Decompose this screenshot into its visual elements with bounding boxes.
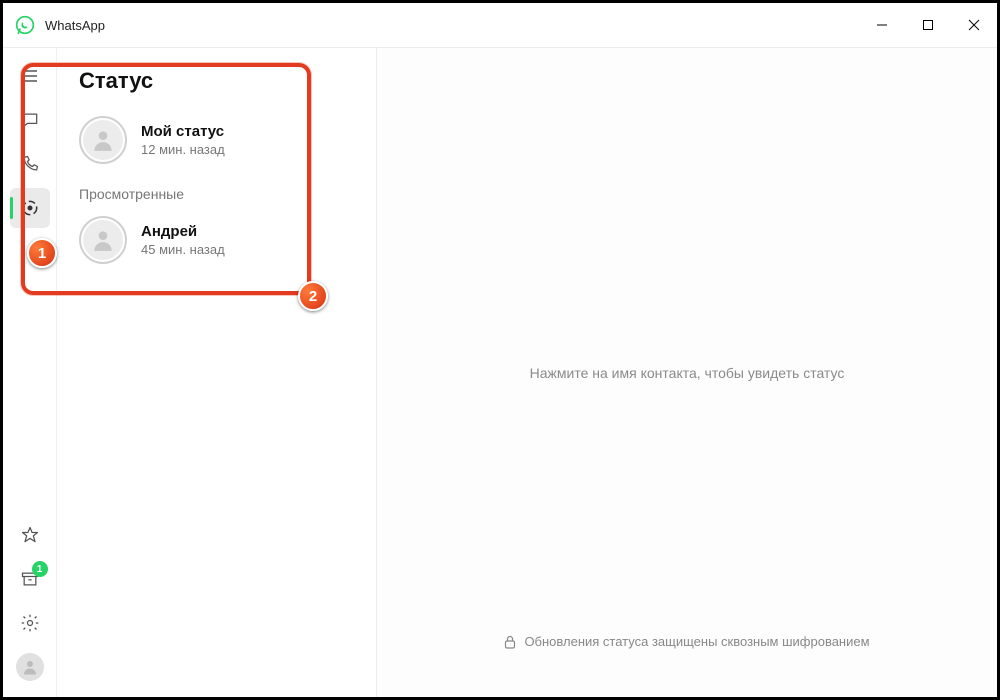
encryption-notice: Обновления статуса защищены сквозным шиф… <box>504 634 869 649</box>
close-button[interactable] <box>951 3 997 47</box>
status-name: Мой статус <box>141 123 225 140</box>
panel-heading: Статус <box>57 62 376 108</box>
avatar-icon <box>16 653 44 681</box>
encryption-text: Обновления статуса защищены сквозным шиф… <box>524 634 869 649</box>
my-status-item[interactable]: Мой статус 12 мин. назад <box>57 108 376 172</box>
status-text: Андрей 45 мин. назад <box>141 223 225 257</box>
status-time: 12 мин. назад <box>141 142 225 157</box>
archive-badge: 1 <box>32 561 48 577</box>
menu-button[interactable] <box>10 56 50 96</box>
profile-button[interactable] <box>10 647 50 687</box>
archive-button[interactable]: 1 <box>10 559 50 599</box>
calls-tab[interactable] <box>10 144 50 184</box>
settings-button[interactable] <box>10 603 50 643</box>
status-text: Мой статус 12 мин. назад <box>141 123 225 157</box>
status-ring <box>79 216 127 264</box>
avatar-icon <box>83 120 123 160</box>
main-area: Нажмите на имя контакта, чтобы увидеть с… <box>377 48 997 697</box>
viewed-status-item[interactable]: Андрей 45 мин. назад <box>57 208 376 272</box>
titlebar-left: WhatsApp <box>15 15 105 35</box>
status-ring <box>79 116 127 164</box>
window-controls <box>859 3 997 47</box>
sidebar-bottom: 1 <box>10 513 50 697</box>
chats-tab[interactable] <box>10 100 50 140</box>
app-title: WhatsApp <box>45 18 105 33</box>
main-prompt: Нажмите на имя контакта, чтобы увидеть с… <box>530 365 845 381</box>
app-body: 1 Статус <box>3 47 997 697</box>
sidebar: 1 <box>3 48 57 697</box>
lock-icon <box>504 635 516 649</box>
viewed-section-label: Просмотренные <box>57 172 376 208</box>
avatar-icon <box>83 220 123 260</box>
status-name: Андрей <box>141 223 225 240</box>
starred-button[interactable] <box>10 515 50 555</box>
maximize-button[interactable] <box>905 3 951 47</box>
status-tab[interactable] <box>10 188 50 228</box>
titlebar: WhatsApp <box>3 3 997 47</box>
whatsapp-logo-icon <box>15 15 35 35</box>
active-indicator <box>10 197 13 219</box>
status-panel: Статус Мой статус 12 мин. назад Просмотр… <box>57 48 377 697</box>
minimize-button[interactable] <box>859 3 905 47</box>
app-window: WhatsApp <box>0 0 1000 700</box>
status-time: 45 мин. назад <box>141 242 225 257</box>
